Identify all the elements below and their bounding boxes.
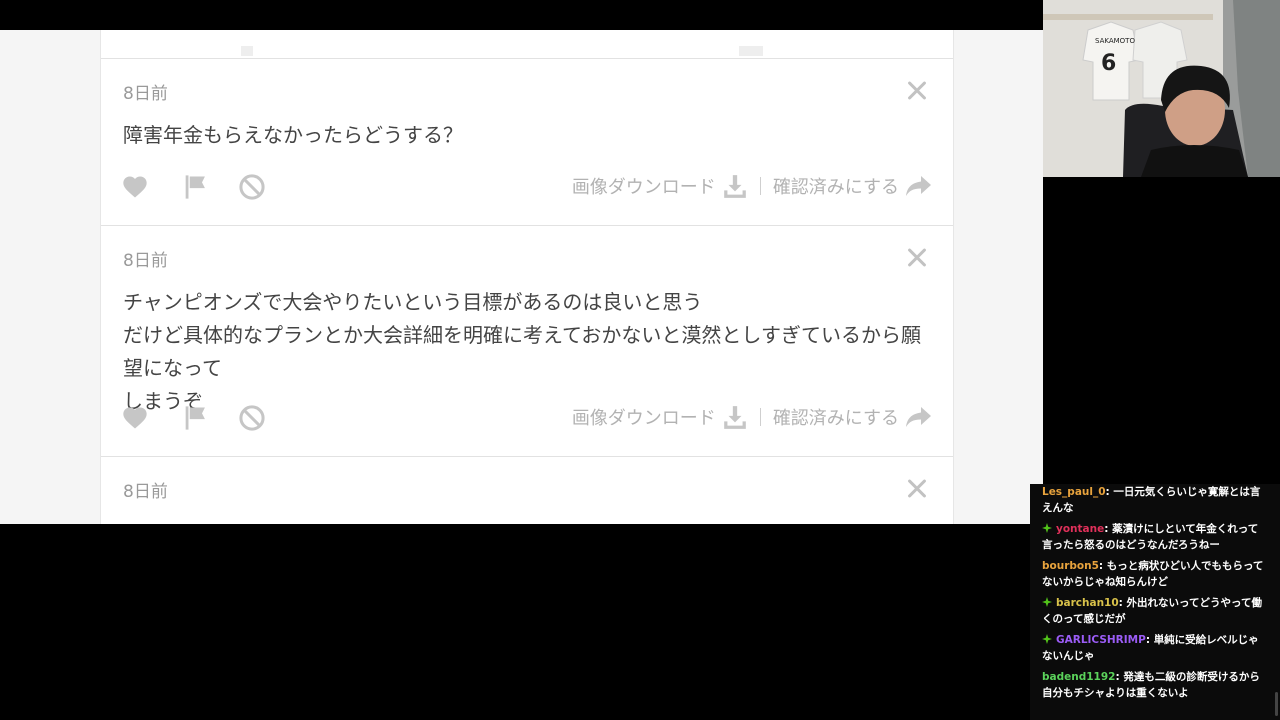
message-card: 8日前 チャンピオンズで大会やりたいという目標があるのは良いと思う だけど具体的… — [101, 225, 953, 456]
jersey-name: SAKAMOTO — [1095, 37, 1135, 45]
message-actions: 画像ダウンロード 確認済みにする — [101, 169, 953, 205]
flag-icon[interactable] — [181, 404, 209, 432]
chat-username[interactable]: GARLICSHRIMP — [1056, 634, 1146, 646]
message-time: 8日前 — [123, 84, 168, 104]
chat-message: bourbon5: もっと病状ひどい人でももらってないからじゃね知らんけど — [1042, 560, 1264, 588]
heart-icon[interactable] — [121, 404, 149, 432]
mark-confirmed-label: 確認済みにする — [772, 177, 899, 198]
message-card: 8日前 障害年金もらえなかったらどうする？ 画像ダウンロード 確認済みにする — [101, 58, 953, 225]
chat-username[interactable]: badend1192 — [1042, 671, 1115, 683]
mark-confirmed-button[interactable]: 確認済みにする — [773, 404, 933, 430]
mark-confirmed-label: 確認済みにする — [772, 408, 899, 429]
subscriber-badge-icon — [1042, 634, 1052, 644]
share-arrow-icon — [906, 407, 931, 427]
chat-scrollbar[interactable] — [1275, 692, 1278, 716]
message-card: 8日前 — [101, 456, 953, 524]
message-card-partial — [101, 30, 953, 59]
image-download-label: 画像ダウンロード — [571, 177, 716, 198]
chat-message: GARLICSHRIMP: 単純に受給レベルじゃないんじゃ — [1042, 634, 1259, 662]
close-icon[interactable] — [905, 246, 927, 268]
message-time: 8日前 — [123, 251, 168, 271]
chat-message: yontane: 薬漬けにしといて年金くれって言ったら怒るのはどうなんだろうねー — [1042, 523, 1259, 551]
block-icon[interactable] — [238, 404, 266, 432]
browser-capture: 8日前 障害年金もらえなかったらどうする？ 画像ダウンロード 確認済みにする 8… — [0, 30, 1043, 524]
webcam-feed: SAKAMOTO 6 — [1043, 0, 1280, 177]
message-feed: 8日前 障害年金もらえなかったらどうする？ 画像ダウンロード 確認済みにする 8… — [100, 30, 954, 524]
flag-icon[interactable] — [181, 173, 209, 201]
subscriber-badge-icon — [1042, 597, 1052, 607]
webcam-image: SAKAMOTO 6 — [1043, 0, 1280, 177]
chat-message: badend1192: 発達も二級の診断受けるから自分もチシャよりは重くないよ — [1042, 671, 1260, 699]
message-time: 8日前 — [123, 482, 168, 502]
share-arrow-icon — [906, 176, 931, 196]
download-icon — [723, 406, 746, 429]
divider — [759, 408, 761, 426]
heart-icon[interactable] — [121, 173, 149, 201]
image-download-label: 画像ダウンロード — [571, 408, 716, 429]
cut-off-icon — [739, 46, 763, 56]
chat-username[interactable]: Les_paul_0 — [1042, 486, 1106, 498]
block-icon[interactable] — [238, 173, 266, 201]
divider — [759, 177, 761, 195]
chat-message: barchan10: 外出れないってどうやって働くのって感じだが — [1042, 597, 1262, 625]
right-actions: 画像ダウンロード 確認済みにする — [572, 173, 933, 199]
jersey-number: 6 — [1101, 51, 1116, 76]
chat-message: Les_paul_0: 一日元気くらいじゃ寛解とは言えんな — [1042, 486, 1261, 514]
cut-off-icon — [241, 46, 253, 56]
mark-confirmed-button[interactable]: 確認済みにする — [773, 173, 933, 199]
right-actions: 画像ダウンロード 確認済みにする — [572, 404, 933, 430]
image-download-button[interactable]: 画像ダウンロード — [572, 173, 748, 199]
download-icon — [723, 175, 746, 198]
message-text: 障害年金もらえなかったらどうする？ — [123, 123, 463, 147]
stream-chat: Les_paul_0: 一日元気くらいじゃ寛解とは言えんな yontane: 薬… — [1030, 484, 1280, 720]
chat-username[interactable]: yontane — [1056, 523, 1104, 535]
close-icon[interactable] — [905, 477, 927, 499]
close-icon[interactable] — [905, 79, 927, 101]
message-text: チャンピオンズで大会やりたいという目標があるのは良いと思う だけど具体的なプラン… — [123, 290, 921, 413]
image-download-button[interactable]: 画像ダウンロード — [572, 404, 748, 430]
message-actions: 画像ダウンロード 確認済みにする — [101, 400, 953, 436]
subscriber-badge-icon — [1042, 523, 1052, 533]
chat-username[interactable]: barchan10 — [1056, 597, 1119, 609]
chat-username[interactable]: bourbon5 — [1042, 560, 1099, 572]
